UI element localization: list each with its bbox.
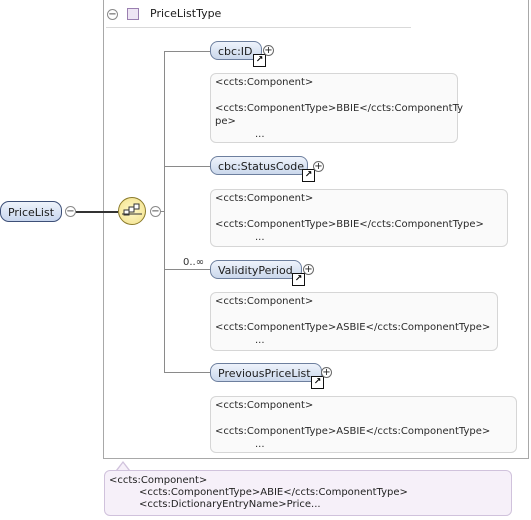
sequence-compositor[interactable] <box>118 197 146 225</box>
annotation-text: <ccts:ComponentType>ASBIE</ccts:Componen… <box>215 322 491 333</box>
annotation-ellipsis: ... <box>255 129 265 140</box>
annotation-text: <ccts:Component> <box>215 296 314 307</box>
element-validityperiod[interactable]: ValidityPeriod <box>210 260 302 279</box>
expand-icon[interactable]: + <box>263 45 274 56</box>
annotation-validityperiod: <ccts:Component> <ccts:ComponentType>ASB… <box>210 292 498 351</box>
annotation-text: <ccts:ComponentType>ABIE</ccts:Component… <box>139 487 408 498</box>
branch-validityperiod <box>164 269 210 270</box>
expand-icon[interactable]: + <box>321 367 332 378</box>
annotation-cbc-statuscode: <ccts:Component> <ccts:ComponentType>BBI… <box>210 189 508 247</box>
complex-type-icon <box>127 8 139 20</box>
collapse-sequence-icon[interactable]: − <box>150 206 161 217</box>
reference-arrow-icon: ↗ <box>302 169 315 182</box>
root-connector <box>76 211 118 213</box>
type-annotation: <ccts:Component> <ccts:ComponentType>ABI… <box>104 470 512 516</box>
collapse-type-icon[interactable]: − <box>107 9 118 20</box>
type-name: PriceListType <box>150 7 222 20</box>
branch-statuscode <box>164 166 210 167</box>
annotation-text: <ccts:ComponentType>BBIE</ccts:Component… <box>215 219 484 230</box>
annotation-previouspricelist: <ccts:Component> <ccts:ComponentType>ASB… <box>210 396 517 453</box>
element-previouspricelist[interactable]: PreviousPriceList <box>210 363 322 382</box>
annotation-text: <ccts:Component> <box>215 193 314 204</box>
collapse-root-icon[interactable]: − <box>65 206 76 217</box>
sequence-icon <box>122 203 142 216</box>
annotation-text: <ccts:DictionaryEntryName>Price... <box>139 499 321 510</box>
branch-previouspricelist <box>164 372 210 373</box>
annotation-ellipsis: ... <box>255 439 265 450</box>
root-element-pricelist[interactable]: PriceList <box>0 201 62 222</box>
branch-id <box>164 51 210 52</box>
annotation-text: <ccts:ComponentType>ASBIE</ccts:Componen… <box>215 426 491 437</box>
annotation-cbc-id: <ccts:Component> <ccts:ComponentType>BBI… <box>210 73 464 143</box>
cardinality-label: 0..∞ <box>183 257 205 268</box>
header-divider <box>106 27 411 28</box>
element-cbc-statuscode[interactable]: cbc:StatusCode <box>210 156 308 175</box>
reference-arrow-icon: ↗ <box>292 273 305 286</box>
annotation-text: <ccts:ComponentType>BBIE</ccts:Component… <box>215 103 464 114</box>
expand-icon[interactable]: + <box>303 264 314 275</box>
annotation-text: <ccts:Component> <box>215 400 314 411</box>
annotation-ellipsis: ... <box>255 335 265 346</box>
expand-icon[interactable]: + <box>313 161 324 172</box>
annotation-ellipsis: ... <box>255 232 265 243</box>
annotation-text: <ccts:Component> <box>109 475 208 486</box>
annotation-text: <ccts:Component> <box>215 77 314 88</box>
branch-stub <box>161 211 165 212</box>
annotation-text: pe> <box>215 116 236 127</box>
